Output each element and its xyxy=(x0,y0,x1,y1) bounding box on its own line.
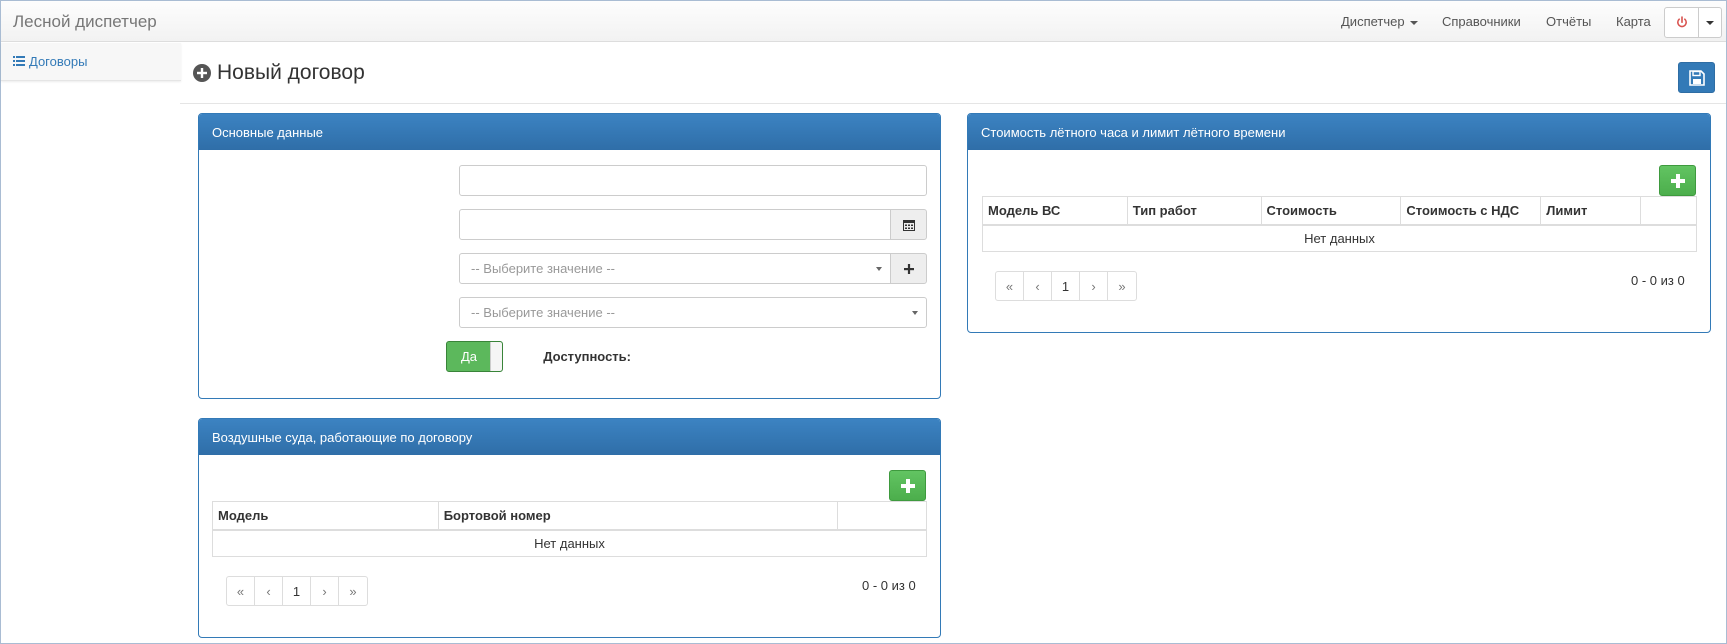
pager-range: 0 - 0 из 0 xyxy=(1631,273,1685,288)
chevron-down-icon xyxy=(876,267,882,271)
column-header[interactable]: Стоимость xyxy=(1260,196,1402,226)
cost-panel: Стоимость лётного часа и лимит лётного в… xyxy=(967,113,1711,333)
main-data-panel: Основные данные Номер договора: Дата дог… xyxy=(198,113,941,399)
power-button[interactable] xyxy=(1665,8,1699,37)
brand[interactable]: Лесной диспетчер xyxy=(13,12,157,32)
chevron-down-icon xyxy=(912,311,918,315)
sidebar-item-contracts[interactable]: Договоры xyxy=(1,43,181,81)
work-type-select-placeholder: -- Выберите значение -- xyxy=(471,305,615,320)
add-aircraft-button[interactable] xyxy=(889,470,926,501)
column-header[interactable]: Тип работ xyxy=(1126,196,1262,226)
cost-table: Модель ВС Тип работ Стоимость Стоимость … xyxy=(982,196,1697,252)
nav-map[interactable]: Карта xyxy=(1616,14,1651,29)
column-header[interactable]: Бортовой номер xyxy=(437,501,839,531)
contract-date-input[interactable] xyxy=(459,209,891,240)
save-button[interactable] xyxy=(1678,62,1715,93)
pager-last[interactable]: » xyxy=(339,577,367,605)
sidebar-item-label: Договоры xyxy=(29,54,88,69)
add-airline-button[interactable] xyxy=(890,253,927,284)
caret-down-icon xyxy=(1409,20,1418,25)
page-title-text: Новый договор xyxy=(217,61,365,84)
calendar-icon xyxy=(902,219,915,231)
add-cost-button[interactable] xyxy=(1659,165,1696,196)
column-header xyxy=(1640,196,1697,226)
contract-number-input[interactable] xyxy=(459,165,927,196)
toggle-handle[interactable] xyxy=(490,342,502,371)
pager-first[interactable]: « xyxy=(996,272,1024,300)
plus-icon xyxy=(900,478,915,493)
pager-prev[interactable]: ‹ xyxy=(255,577,283,605)
nav-dispatcher-label: Диспетчер xyxy=(1341,14,1405,29)
power-button-group xyxy=(1664,7,1722,38)
header-divider xyxy=(180,103,1726,104)
availability-toggle[interactable]: Да xyxy=(446,341,503,372)
table-header-row: Модель Бортовой номер xyxy=(212,501,927,531)
column-header xyxy=(837,501,927,531)
work-type-select[interactable]: -- Выберите значение -- xyxy=(459,297,927,328)
availability-toggle-on: Да xyxy=(447,342,491,371)
pager-range: 0 - 0 из 0 xyxy=(862,578,916,593)
plus-icon xyxy=(903,263,914,274)
table-row: Нет данных xyxy=(982,224,1697,252)
power-icon xyxy=(1676,16,1687,28)
aircraft-table: Модель Бортовой номер Нет данных xyxy=(212,501,927,557)
column-header[interactable]: Модель ВС xyxy=(982,196,1128,226)
table-header-row: Модель ВС Тип работ Стоимость Стоимость … xyxy=(982,196,1697,226)
power-dropdown-toggle[interactable] xyxy=(1699,8,1721,37)
top-navbar: Лесной диспетчер Диспетчер Справочники О… xyxy=(1,1,1726,42)
panel-title: Стоимость лётного часа и лимит лётного в… xyxy=(968,114,1710,150)
pager-next[interactable]: › xyxy=(1080,272,1108,300)
aircraft-panel: Воздушные суда, работающие по договору М… xyxy=(198,418,941,638)
nav-dispatcher[interactable]: Диспетчер xyxy=(1341,14,1418,29)
column-header[interactable]: Модель xyxy=(212,501,439,531)
plus-icon xyxy=(1670,173,1685,188)
page-title: Новый договор xyxy=(193,61,365,85)
airline-select-placeholder: -- Выберите значение -- xyxy=(471,261,615,276)
pager-page[interactable]: 1 xyxy=(283,577,311,605)
list-icon xyxy=(13,56,25,66)
cost-pager: « ‹ 1 › » xyxy=(995,271,1137,301)
nav-reports[interactable]: Отчёты xyxy=(1546,14,1591,29)
pager-last[interactable]: » xyxy=(1108,272,1136,300)
pager-prev[interactable]: ‹ xyxy=(1024,272,1052,300)
plus-circle-icon xyxy=(193,64,211,82)
column-header[interactable]: Лимит xyxy=(1540,196,1642,226)
nav-directories[interactable]: Справочники xyxy=(1442,14,1521,29)
airline-select[interactable]: -- Выберите значение -- xyxy=(459,253,891,284)
floppy-disk-icon xyxy=(1688,69,1705,86)
panel-title: Воздушные суда, работающие по договору xyxy=(199,419,940,455)
aircraft-pager: « ‹ 1 › » xyxy=(226,576,368,606)
empty-message: Нет данных xyxy=(982,224,1697,252)
panel-title: Основные данные xyxy=(199,114,940,150)
caret-down-icon xyxy=(1706,20,1714,25)
calendar-button[interactable] xyxy=(890,209,927,240)
column-header[interactable]: Стоимость с НДС xyxy=(1400,196,1542,226)
pager-page[interactable]: 1 xyxy=(1052,272,1080,300)
table-row: Нет данных xyxy=(212,529,927,557)
empty-message: Нет данных xyxy=(212,529,927,557)
pager-next[interactable]: › xyxy=(311,577,339,605)
pager-first[interactable]: « xyxy=(227,577,255,605)
